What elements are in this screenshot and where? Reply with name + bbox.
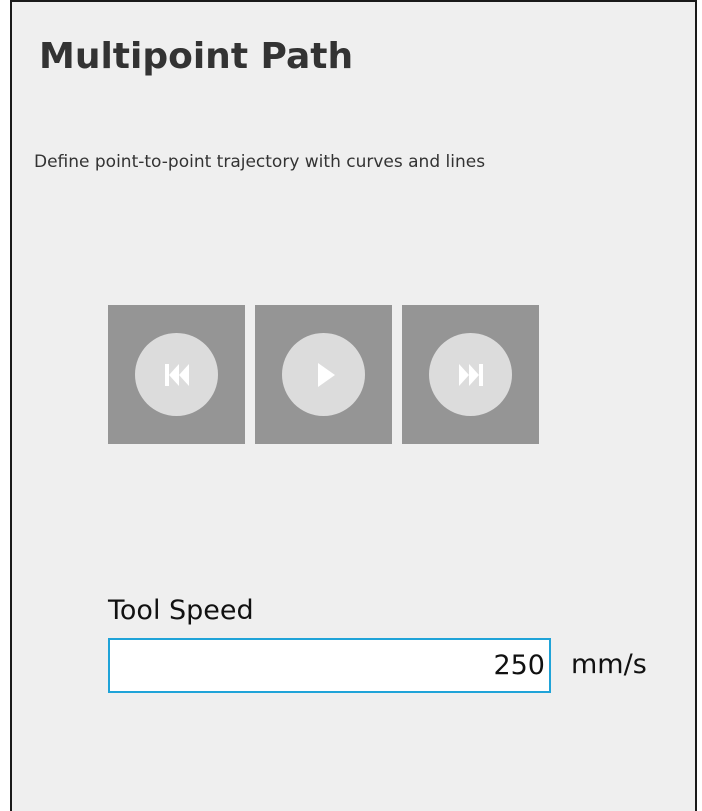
page-description: Define point-to-point trajectory with cu… <box>34 152 486 172</box>
playback-controls <box>108 305 539 444</box>
tool-speed-label: Tool Speed <box>108 595 254 626</box>
play-button[interactable] <box>255 305 392 444</box>
skip-forward-button[interactable] <box>402 305 539 444</box>
skip-back-button[interactable] <box>108 305 245 444</box>
skip-back-icon <box>135 333 218 416</box>
skip-forward-icon <box>429 333 512 416</box>
play-icon <box>282 333 365 416</box>
tool-speed-unit: mm/s <box>571 649 647 680</box>
page-title: Multipoint Path <box>39 36 354 77</box>
multipoint-path-panel: Multipoint Path Define point-to-point tr… <box>10 0 697 811</box>
tool-speed-input[interactable] <box>108 638 551 693</box>
